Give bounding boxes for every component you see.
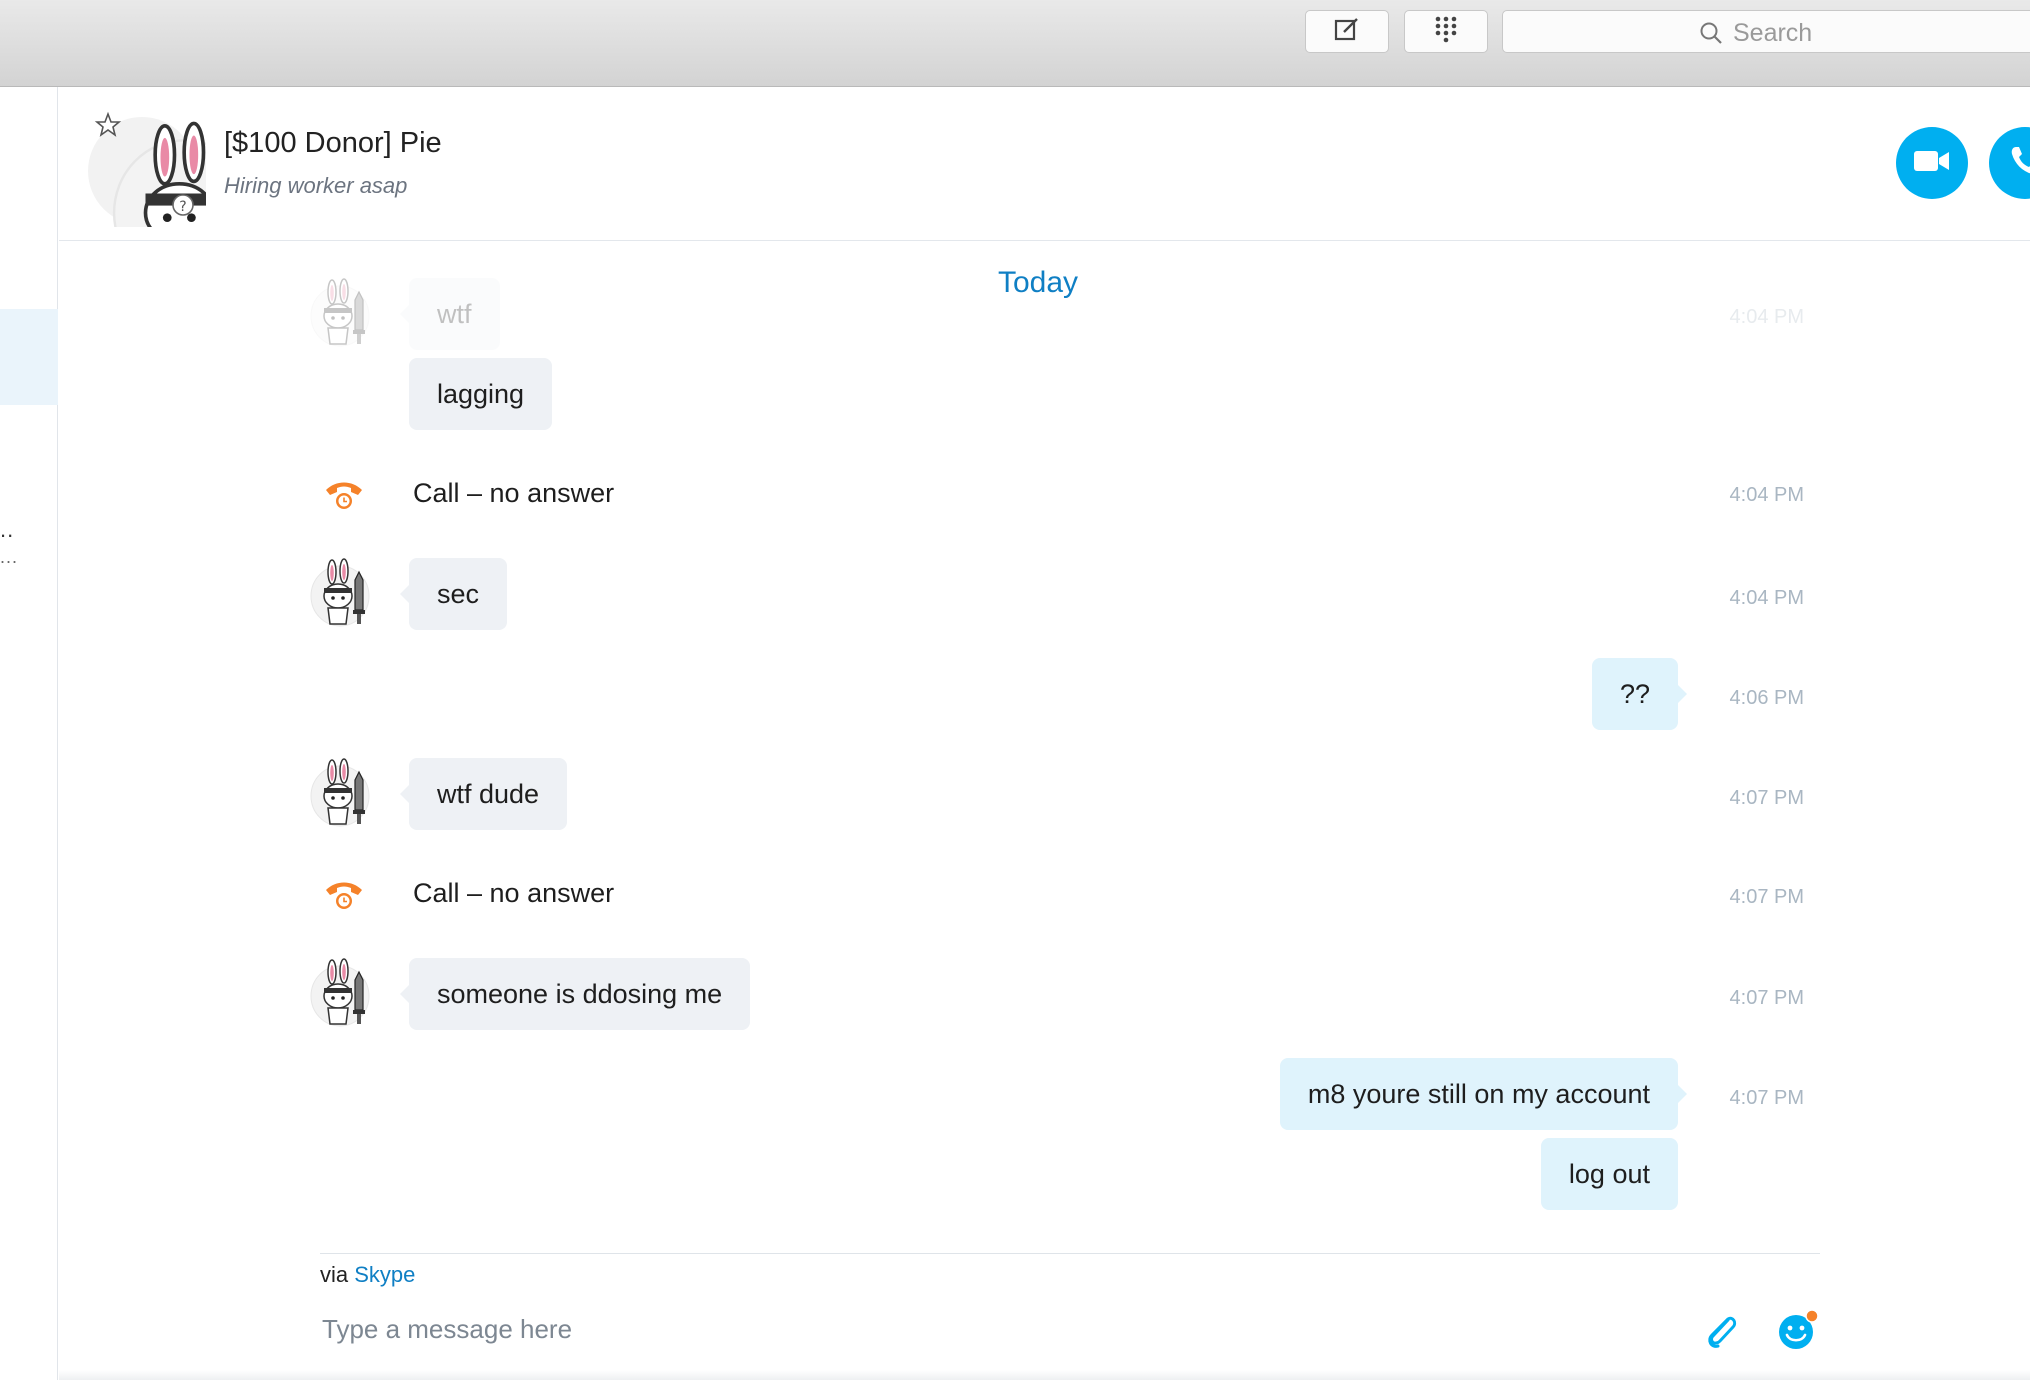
missed-call-icon [326,482,362,509]
contact-avatar-small[interactable] [310,958,374,1030]
emoticon-button[interactable] [1776,1308,1820,1357]
conversation-header: ? [$100 Donor] Pie Hiring worker asap [59,87,2030,241]
sidebar: .. ... [0,87,58,1380]
contact-avatar-small[interactable] [310,758,374,830]
message-bubble[interactable]: wtf [400,278,500,350]
video-call-button[interactable] [1896,127,1968,199]
svg-text:?: ? [179,199,186,215]
unknown-status-icon: ? [172,194,194,216]
message-timestamp: 4:04 PM [1729,587,1804,609]
contact-avatar-small[interactable] [310,278,374,350]
call-event-text: Call – no answer [413,878,615,908]
message-bubble[interactable]: lagging [409,358,553,430]
missed-call-icon [326,882,362,909]
phone-icon [2008,144,2030,183]
message-bubble[interactable]: log out [1540,1138,1678,1210]
message-timestamp: 4:04 PM [1729,306,1804,328]
message-timestamp: 4:06 PM [1729,687,1804,709]
message-timestamp: 4:07 PM [1729,987,1804,1009]
paperclip-icon [1702,1316,1738,1354]
title-bar [0,0,2030,87]
message-timestamp: 4:04 PM [1729,484,1804,506]
message-timestamp: 4:07 PM [1729,886,1804,908]
message-bubble[interactable]: someone is ddosing me [399,958,751,1030]
dialpad-icon [1431,14,1461,49]
composer-divider [320,1253,1820,1254]
audio-call-button[interactable] [1989,127,2030,199]
message-bubble[interactable]: ?? [1591,658,1688,730]
call-event-text: Call – no answer [413,478,615,508]
contact-name[interactable]: [$100 Donor] Pie [224,127,442,160]
via-prefix: via [320,1262,349,1287]
via-service-link[interactable]: Skype [354,1262,415,1287]
message-bubble[interactable]: sec [399,558,508,630]
search-box[interactable] [1502,10,2030,53]
compose-icon [1332,14,1362,49]
attach-file-button[interactable] [1702,1310,1738,1355]
message-input[interactable] [320,1305,1624,1353]
message-bubble[interactable]: wtf dude [399,758,568,830]
sidebar-truncated-text: .. [0,517,15,542]
dialpad-button[interactable] [1404,10,1488,53]
contact-mood-message: Hiring worker asap [224,173,408,198]
search-input[interactable] [1731,15,2030,51]
day-separator: Today [998,266,1079,299]
via-service-label: via Skype [320,1262,415,1288]
emoticon-icon [1776,1309,1820,1356]
message-bubble[interactable]: m8 youre still on my account [1279,1058,1688,1130]
message-timestamp: 4:07 PM [1729,787,1804,809]
video-camera-icon [1912,147,1952,180]
sidebar-truncated-text: ... [0,547,19,567]
compose-button[interactable] [1305,10,1389,53]
message-timestamp: 4:07 PM [1729,1087,1804,1109]
window-bottom-edge [59,1370,2030,1380]
contact-avatar[interactable]: ? [86,107,206,227]
contact-avatar-small[interactable] [310,558,374,630]
sidebar-item-selected[interactable] [0,309,58,405]
search-icon [1699,21,1723,50]
